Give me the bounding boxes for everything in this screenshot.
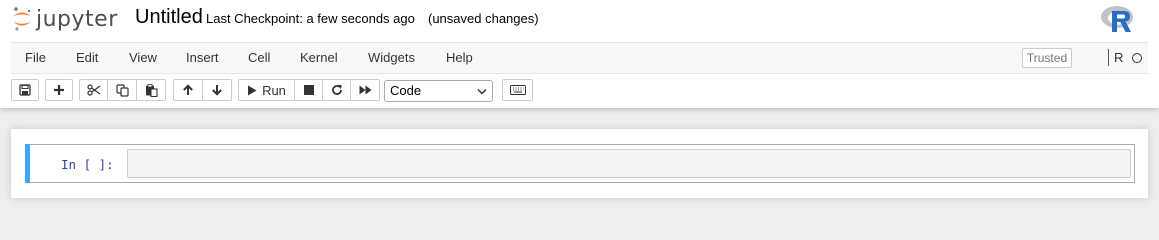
trusted-indicator[interactable]: Trusted	[1022, 48, 1072, 68]
menu-kernel[interactable]: Kernel	[300, 50, 338, 65]
r-kernel-logo-icon	[1101, 6, 1133, 32]
insert-cell-button[interactable]	[45, 79, 73, 101]
scissors-icon	[86, 84, 100, 96]
menu-widgets[interactable]: Widgets	[368, 50, 415, 65]
jupyter-wordmark: jupyter	[36, 6, 118, 32]
menu-cell[interactable]: Cell	[248, 50, 270, 65]
plus-icon	[54, 85, 64, 95]
notebook-name[interactable]: Untitled	[135, 6, 203, 29]
checkpoint-status: Last Checkpoint: a few seconds ago	[206, 11, 415, 26]
copy-icon	[115, 83, 129, 97]
notebook-container: In [ ]:	[11, 129, 1148, 198]
move-down-button[interactable]	[202, 79, 232, 101]
menubar: File Edit View Insert Cell Kernel Widget…	[11, 42, 1148, 74]
fast-forward-icon	[359, 85, 371, 95]
menu-view[interactable]: View	[129, 50, 157, 65]
code-cell[interactable]: In [ ]:	[25, 144, 1135, 183]
arrow-down-icon	[212, 85, 222, 96]
cut-button[interactable]	[79, 79, 108, 101]
save-button[interactable]	[11, 79, 39, 101]
input-prompt: In [ ]:	[61, 157, 114, 172]
selected-cell-indicator	[25, 144, 30, 183]
restart-button[interactable]	[322, 79, 351, 101]
command-palette-button[interactable]	[502, 79, 533, 101]
notebook-header: jupyter Untitled Last Checkpoint: a few …	[0, 0, 1159, 108]
chevron-down-icon	[477, 88, 487, 95]
move-up-button[interactable]	[173, 79, 203, 101]
paste-icon	[145, 83, 158, 97]
code-input[interactable]	[127, 149, 1131, 178]
interrupt-button[interactable]	[294, 79, 323, 101]
menu-help[interactable]: Help	[446, 50, 473, 65]
refresh-icon	[331, 84, 342, 95]
kernel-separator	[1108, 49, 1109, 66]
autosave-status: (unsaved changes)	[428, 11, 539, 26]
jupyter-orbit-icon	[13, 7, 31, 31]
arrow-up-icon	[183, 84, 193, 95]
copy-button[interactable]	[107, 79, 137, 101]
save-icon	[19, 84, 31, 96]
restart-run-all-button[interactable]	[350, 79, 380, 101]
menu-file[interactable]: File	[25, 50, 46, 65]
keyboard-icon	[509, 85, 526, 95]
run-button[interactable]: Run	[238, 79, 295, 101]
stop-icon	[303, 85, 314, 95]
play-icon	[248, 85, 257, 95]
kernel-idle-icon	[1132, 53, 1142, 63]
menu-edit[interactable]: Edit	[76, 50, 98, 65]
run-label: Run	[262, 82, 286, 98]
jupyter-logo[interactable]: jupyter	[12, 4, 118, 34]
menu-insert[interactable]: Insert	[186, 50, 219, 65]
kernel-name: R	[1114, 50, 1124, 65]
cell-type-value: Code	[390, 83, 422, 98]
cell-type-select[interactable]: Code	[384, 80, 493, 102]
paste-button[interactable]	[136, 79, 166, 101]
